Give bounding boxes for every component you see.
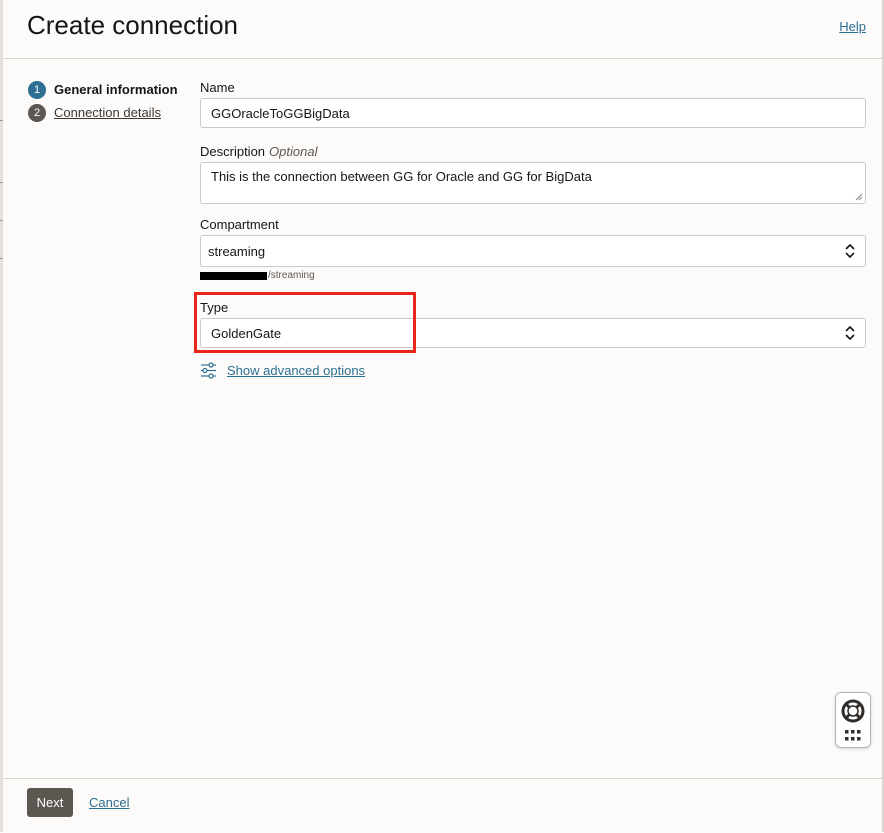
name-input[interactable]: GGOracleToGGBigData [200, 98, 866, 128]
redacted-path [200, 272, 267, 280]
help-link[interactable]: Help [839, 19, 866, 34]
chevron-up-down-icon [845, 243, 855, 259]
sliders-icon [201, 362, 216, 379]
panel-header: Create connection Help [3, 0, 882, 59]
floating-help-toolbar [835, 692, 871, 748]
name-label: Name [200, 80, 235, 95]
lifebuoy-icon [841, 699, 865, 723]
step-link[interactable]: Connection details [54, 105, 161, 120]
type-annotation-highlight [194, 292, 416, 353]
resize-grip-icon[interactable] [855, 193, 863, 201]
step-number-badge: 2 [28, 103, 46, 122]
panel-footer: Next Cancel [3, 778, 882, 833]
description-label-text: Description [200, 144, 266, 159]
description-value: This is the connection between GG for Or… [211, 169, 592, 184]
compartment-value: streaming [208, 243, 266, 259]
wizard-steps: 1 General information 2 Connection detai… [28, 78, 188, 124]
compartment-label: Compartment [200, 217, 279, 232]
optional-tag: Optional [269, 144, 318, 159]
apps-grid-button[interactable] [836, 727, 870, 745]
step-connection-details[interactable]: 2 Connection details [28, 101, 188, 124]
description-label: Description Optional [200, 144, 317, 159]
show-advanced-options-link[interactable]: Show advanced options [200, 362, 365, 379]
grid-icon [845, 730, 861, 741]
next-button[interactable]: Next [27, 788, 73, 817]
advanced-options-label: Show advanced options [227, 363, 366, 378]
chevron-up-down-icon [845, 325, 855, 341]
name-value: GGOracleToGGBigData [211, 105, 350, 121]
step-general-information: 1 General information [28, 78, 188, 101]
lifebuoy-button[interactable] [836, 697, 870, 725]
page-title: Create connection [27, 10, 239, 40]
description-textarea[interactable]: This is the connection between GG for Or… [200, 162, 866, 204]
step-label: General information [54, 82, 178, 97]
compartment-path: /streaming [268, 270, 315, 281]
compartment-select[interactable]: streaming [200, 235, 866, 267]
step-number-badge: 1 [28, 80, 46, 99]
page-left-edge [0, 0, 3, 832]
cancel-link[interactable]: Cancel [89, 795, 129, 810]
